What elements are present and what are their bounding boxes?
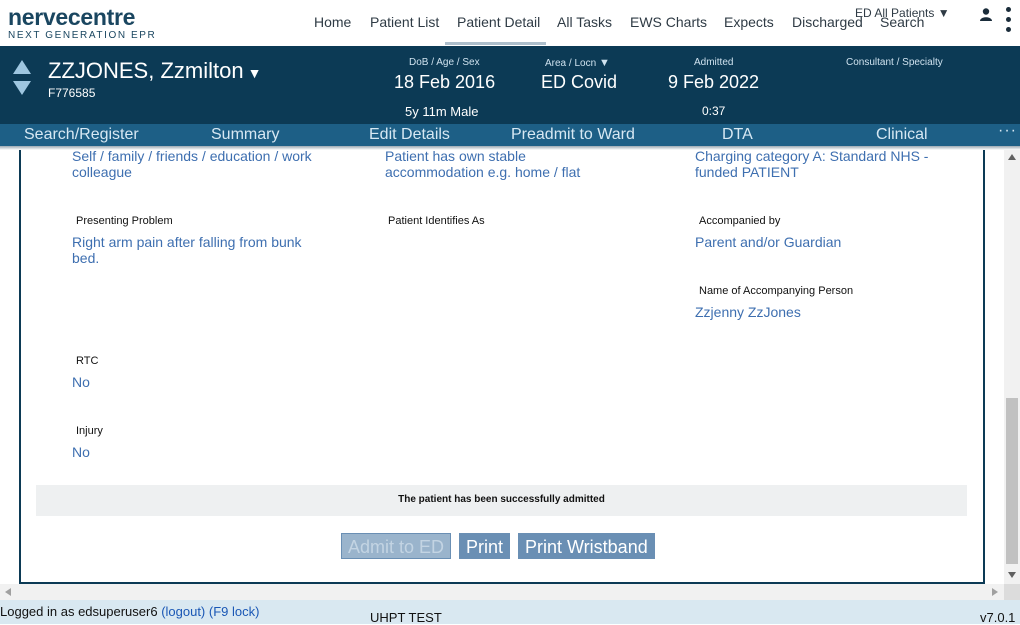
patient-id: F776585 <box>48 86 96 100</box>
logged-in-text: Logged in as edsuperuser6 <box>0 604 158 619</box>
dob-value: 18 Feb 2016 <box>394 72 496 92</box>
patient-banner: ZZJONES, Zzmilton ▼ F776585 DoB / Age / S… <box>0 46 1020 124</box>
area-label[interactable]: Area / Locn ▼ <box>545 57 610 69</box>
accompanied-by-label: Accompanied by <box>699 215 781 227</box>
accommodation-value: Patient has own stable accommodation e.g… <box>385 148 581 180</box>
environment-label: UHPT TEST <box>370 610 442 625</box>
admission-success-notice: The patient has been successfully admitt… <box>36 485 967 516</box>
nav-discharged[interactable]: Discharged <box>792 14 863 30</box>
version-label: v7.0.1 <box>980 610 1016 625</box>
nav-patient-list[interactable]: Patient List <box>370 14 439 30</box>
nav-expects[interactable]: Expects <box>724 14 774 30</box>
more-menu-icon[interactable] <box>1006 7 1012 35</box>
tab-preadmit-to-ward[interactable]: Preadmit to Ward <box>511 126 635 144</box>
tab-summary[interactable]: Summary <box>211 126 279 144</box>
accompanied-by-value: Parent and/or Guardian <box>695 234 842 250</box>
patient-name[interactable]: ZZJONES, Zzmilton ▼ <box>48 58 261 84</box>
admission-form <box>19 146 985 584</box>
top-bar: nervecentre NEXT GENERATION EPR Home Pat… <box>0 0 1020 46</box>
age-sex-value: 5y 11m Male <box>405 104 479 119</box>
injury-value: No <box>72 444 90 460</box>
admitted-value: 9 Feb 2022 <box>668 72 760 92</box>
accompanying-person-label: Name of Accompanying Person <box>699 285 854 297</box>
nav-ews-charts[interactable]: EWS Charts <box>630 14 707 30</box>
previous-patient-icon[interactable] <box>13 60 31 74</box>
patient-identifies-label: Patient Identifies As <box>388 215 485 227</box>
logout-link[interactable]: (logout) <box>161 604 205 619</box>
rtc-label: RTC <box>76 355 99 367</box>
more-tabs-icon[interactable]: ··· <box>998 122 1017 140</box>
tab-dta[interactable]: DTA <box>722 126 753 144</box>
ward-filter-dropdown[interactable]: ED All Patients ▼ <box>855 6 950 20</box>
vertical-scrollbar[interactable] <box>1004 150 1020 584</box>
patient-nav-arrows <box>13 60 31 95</box>
caret-down-icon: ▼ <box>247 65 262 81</box>
tab-edit-details[interactable]: Edit Details <box>369 126 450 144</box>
scrollbar-corner <box>1004 584 1020 600</box>
admitted-time: 0:37 <box>702 104 726 118</box>
ward-filter-label: ED All Patients <box>855 6 935 20</box>
f9-lock-link[interactable]: (F9 lock) <box>209 604 260 619</box>
consultant-label: Consultant / Specialty <box>846 57 943 68</box>
scroll-down-icon[interactable] <box>1008 572 1016 578</box>
caret-down-icon: ▼ <box>937 6 950 20</box>
accompanying-person-value: Zzjenny ZzJones <box>695 304 801 320</box>
status-footer: Logged in as edsuperuser6 (logout) (F9 l… <box>0 600 1020 625</box>
horizontal-scrollbar[interactable] <box>0 584 1004 600</box>
patient-subnav: Search/Register Summary Edit Details Pre… <box>0 122 1020 146</box>
area-label-text: Area / Locn <box>545 58 597 69</box>
rtc-value: No <box>72 374 90 390</box>
notice-text: The patient has been successfully admitt… <box>398 494 605 505</box>
print-button[interactable]: Print <box>459 533 511 559</box>
area-value: ED Covid <box>541 72 618 92</box>
scroll-thumb[interactable] <box>1006 398 1018 564</box>
tab-search-register[interactable]: Search/Register <box>24 126 139 144</box>
nav-all-tasks[interactable]: All Tasks <box>557 14 612 30</box>
presenting-problem-label: Presenting Problem <box>76 215 173 227</box>
referral-source-value: Self / family / friends / education / wo… <box>72 148 312 180</box>
nav-home[interactable]: Home <box>314 14 351 30</box>
login-info: Logged in as edsuperuser6 (logout) (F9 l… <box>0 604 259 620</box>
next-patient-icon[interactable] <box>13 81 31 95</box>
injury-label: Injury <box>76 425 103 437</box>
user-icon[interactable] <box>980 8 992 21</box>
patient-name-text: ZZJONES, Zzmilton <box>48 58 244 83</box>
charging-category-value: Charging category A: Standard NHS - fund… <box>695 148 929 180</box>
tab-clinical[interactable]: Clinical <box>876 126 928 144</box>
scroll-left-icon[interactable] <box>5 588 11 596</box>
print-wristband-button[interactable]: Print Wristband <box>518 533 655 559</box>
presenting-problem-value: Right arm pain after falling from bunk b… <box>72 234 302 266</box>
admitted-label: Admitted <box>694 57 734 68</box>
nav-patient-detail[interactable]: Patient Detail <box>444 14 547 45</box>
scroll-right-icon[interactable] <box>992 588 998 596</box>
caret-down-icon: ▼ <box>598 57 610 69</box>
scroll-up-icon[interactable] <box>1008 154 1016 160</box>
admit-to-ed-button[interactable]: Admit to ED <box>341 533 452 559</box>
dob-label: DoB / Age / Sex <box>409 57 480 68</box>
